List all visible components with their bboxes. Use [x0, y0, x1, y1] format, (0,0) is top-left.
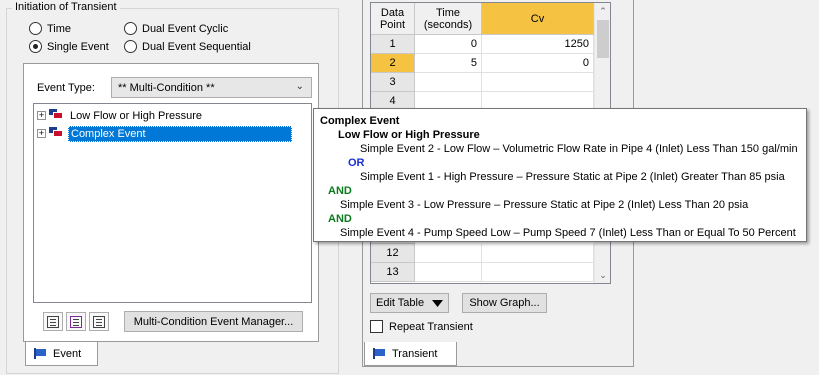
tooltip-group-name: Low Flow or High Pressure	[338, 129, 480, 141]
row-header[interactable]: 3	[371, 73, 415, 92]
tooltip-line: Simple Event 1 - High Pressure – Pressur…	[360, 171, 785, 183]
tab-event[interactable]: Event	[25, 342, 98, 366]
tooltip-title: Complex Event	[320, 115, 400, 127]
row-header[interactable]: 13	[371, 263, 415, 282]
event-type-label: Event Type:	[37, 82, 95, 94]
radio-time-label: Time	[47, 22, 72, 35]
radio-dual-cyclic-circle[interactable]	[124, 22, 137, 35]
radio-dual-cyclic-label: Dual Event Cyclic	[142, 22, 229, 35]
radio-time-circle[interactable]	[29, 22, 42, 35]
event-type-value: ** Multi-Condition **	[118, 81, 215, 94]
time-cell[interactable]	[415, 263, 482, 282]
dropdown-arrow-icon	[432, 299, 444, 307]
list-add-icon	[47, 315, 59, 328]
flag-icon	[49, 109, 65, 122]
edit-table-label: Edit Table	[376, 297, 425, 309]
tree-item-label: Complex Event	[68, 125, 292, 142]
delete-event-button[interactable]	[89, 312, 109, 331]
column-header-cv[interactable]: Cv	[482, 3, 594, 35]
event-tree[interactable]: + Low Flow or High Pressure + Complex Ev…	[33, 103, 312, 303]
edit-event-button[interactable]	[66, 312, 86, 331]
tree-item-complex-event[interactable]: + Complex Event	[37, 125, 292, 142]
column-header-data-point[interactable]: Data Point	[371, 3, 415, 35]
flag-icon	[34, 348, 47, 359]
list-edit-icon	[70, 315, 82, 328]
radio-dual-event-cyclic[interactable]: Dual Event Cyclic	[124, 22, 228, 35]
show-graph-button[interactable]: Show Graph...	[462, 293, 547, 313]
scroll-up-icon[interactable]: ⌃	[595, 3, 611, 19]
time-cell[interactable]	[415, 73, 482, 92]
cv-cell[interactable]	[482, 73, 594, 92]
radio-dual-event-sequential[interactable]: Dual Event Sequential	[124, 40, 251, 53]
radio-single-event[interactable]: Single Event	[29, 40, 109, 53]
tooltip-line: Simple Event 3 - Low Pressure – Pressure…	[340, 199, 749, 211]
multi-condition-event-manager-button[interactable]: Multi-Condition Event Manager...	[124, 311, 303, 332]
scroll-thumb[interactable]	[597, 20, 609, 58]
repeat-transient-label: Repeat Transient	[389, 320, 473, 333]
tooltip-line: Simple Event 4 - Pump Speed Low – Pump S…	[340, 227, 796, 239]
cv-cell[interactable]: 0	[482, 54, 594, 73]
time-cell[interactable]: 0	[415, 35, 482, 54]
scroll-down-icon[interactable]: ⌄	[595, 267, 611, 283]
row-header-active[interactable]: 2	[371, 54, 415, 73]
flag-icon	[373, 348, 386, 359]
row-header[interactable]: 1	[371, 35, 415, 54]
radio-dual-sequential-circle[interactable]	[124, 40, 137, 53]
cv-cell[interactable]: 1250	[482, 35, 594, 54]
tooltip-or-keyword: OR	[348, 157, 365, 169]
tree-item-label: Low Flow or High Pressure	[70, 109, 203, 122]
list-delete-icon	[93, 315, 105, 328]
initiation-title: Initiation of Transient	[12, 1, 120, 13]
cv-cell[interactable]	[482, 244, 594, 263]
radio-time[interactable]: Time	[29, 22, 71, 35]
flag-icon	[49, 127, 65, 140]
time-cell[interactable]: 5	[415, 54, 482, 73]
event-type-dropdown[interactable]: ** Multi-Condition ** ⌄	[111, 77, 312, 98]
cv-cell[interactable]	[482, 263, 594, 282]
tab-event-label: Event	[53, 347, 82, 360]
complex-event-tooltip: Complex Event Low Flow or High Pressure …	[313, 108, 807, 242]
radio-dual-sequential-label: Dual Event Sequential	[142, 40, 251, 53]
edit-table-button[interactable]: Edit Table	[370, 293, 449, 313]
tab-transient[interactable]: Transient	[364, 342, 457, 366]
tooltip-and-keyword: AND	[328, 185, 352, 197]
tooltip-and-keyword: AND	[328, 213, 352, 225]
chevron-down-icon: ⌄	[295, 81, 304, 92]
tooltip-line: Simple Event 2 - Low Flow – Volumetric F…	[360, 143, 798, 155]
tree-item-low-flow-or-high-pressure[interactable]: + Low Flow or High Pressure	[37, 107, 204, 124]
tab-transient-label: Transient	[392, 347, 438, 360]
time-cell[interactable]	[415, 244, 482, 263]
radio-single-event-circle[interactable]	[29, 40, 42, 53]
repeat-transient-checkbox[interactable]	[370, 320, 383, 333]
column-header-time[interactable]: Time (seconds)	[415, 3, 482, 35]
expand-icon[interactable]: +	[37, 129, 46, 138]
repeat-transient-checkbox-row[interactable]: Repeat Transient	[370, 320, 473, 333]
row-header[interactable]: 12	[371, 244, 415, 263]
add-event-button[interactable]	[43, 312, 63, 331]
radio-single-event-label: Single Event	[47, 40, 109, 53]
expand-icon[interactable]: +	[37, 111, 46, 120]
